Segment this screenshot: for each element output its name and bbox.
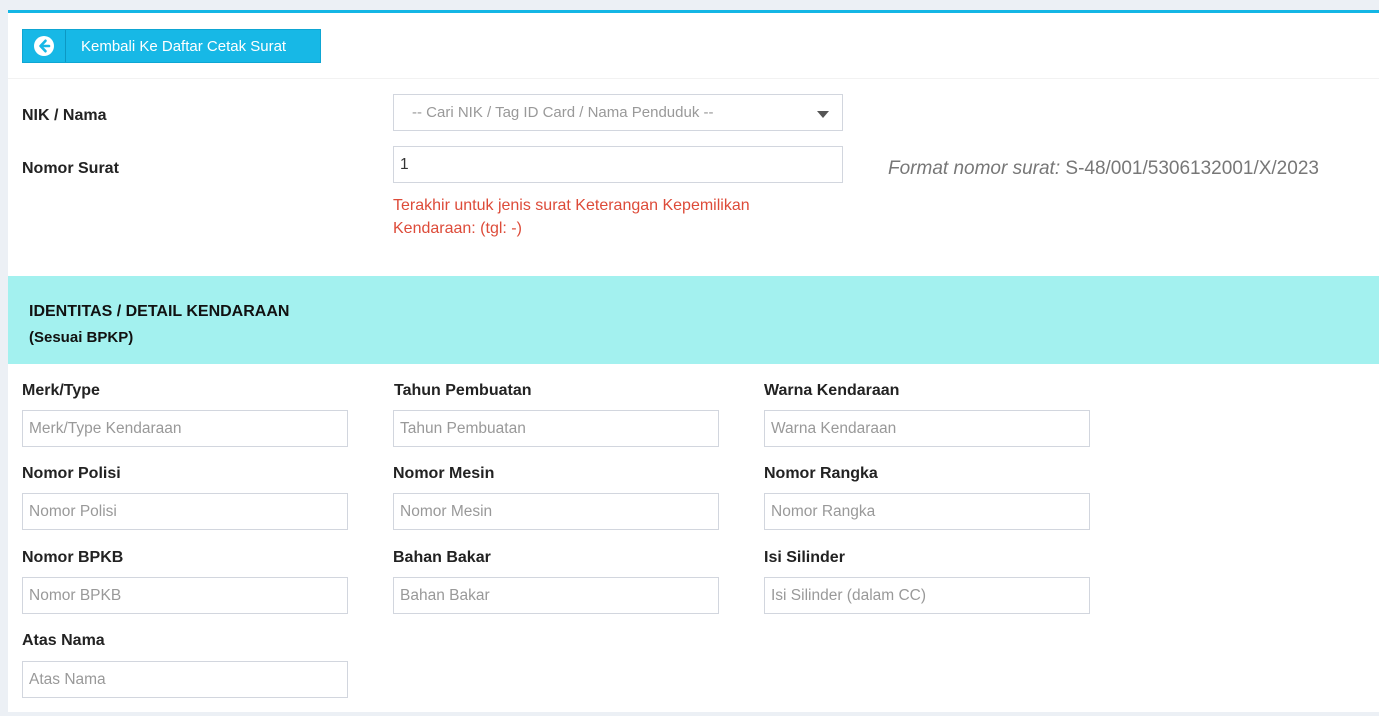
warna-input[interactable] xyxy=(764,410,1090,447)
tahun-input[interactable] xyxy=(393,410,719,447)
bpkb-label: Nomor BPKB xyxy=(22,549,124,566)
caret-down-icon xyxy=(817,111,829,118)
last-letter-warning: Terakhir untuk jenis surat Keterangan Ke… xyxy=(393,197,750,237)
silinder-input[interactable] xyxy=(764,577,1090,614)
atas-nama-label: Atas Nama xyxy=(22,632,105,649)
back-to-list-button[interactable]: Kembali Ke Daftar Cetak Surat xyxy=(22,29,321,63)
nik-label: NIK / Nama xyxy=(22,107,107,124)
silinder-label: Isi Silinder xyxy=(764,549,845,566)
tahun-label: Tahun Pembuatan xyxy=(394,382,532,399)
format-hint-prefix: Format nomor surat: xyxy=(888,158,1061,179)
bahan-bakar-input[interactable] xyxy=(393,577,719,614)
warna-label: Warna Kendaraan xyxy=(764,382,900,399)
card-header: Kembali Ke Daftar Cetak Surat xyxy=(8,13,1379,79)
form-card: Kembali Ke Daftar Cetak Surat NIK / Nama… xyxy=(8,10,1379,712)
section-header: IDENTITAS / DETAIL KENDARAAN (Sesuai BPK… xyxy=(8,276,1379,364)
rangka-label: Nomor Rangka xyxy=(764,465,878,482)
nik-select-placeholder: -- Cari NIK / Tag ID Card / Nama Pendudu… xyxy=(412,104,714,121)
nomor-surat-label: Nomor Surat xyxy=(22,160,119,177)
merk-input[interactable] xyxy=(22,410,348,447)
mesin-label: Nomor Mesin xyxy=(393,465,495,482)
nomor-surat-input[interactable] xyxy=(393,146,843,183)
nik-search-select[interactable]: -- Cari NIK / Tag ID Card / Nama Pendudu… xyxy=(393,94,843,131)
section-title: IDENTITAS / DETAIL KENDARAAN xyxy=(29,303,290,320)
mesin-input[interactable] xyxy=(393,493,719,530)
atas-nama-input[interactable] xyxy=(22,661,348,698)
polisi-input[interactable] xyxy=(22,493,348,530)
bpkb-input[interactable] xyxy=(22,577,348,614)
polisi-label: Nomor Polisi xyxy=(22,465,121,482)
format-hint: Format nomor surat: S-48/001/5306132001/… xyxy=(888,158,1319,180)
merk-label: Merk/Type xyxy=(22,382,100,399)
back-button-label: Kembali Ke Daftar Cetak Surat xyxy=(81,37,287,55)
rangka-input[interactable] xyxy=(764,493,1090,530)
arrow-circle-left-icon xyxy=(23,30,66,62)
format-hint-value: S-48/001/5306132001/X/2023 xyxy=(1065,158,1319,179)
bahan-bakar-label: Bahan Bakar xyxy=(393,549,491,566)
section-subtitle: (Sesuai BPKP) xyxy=(29,329,134,346)
